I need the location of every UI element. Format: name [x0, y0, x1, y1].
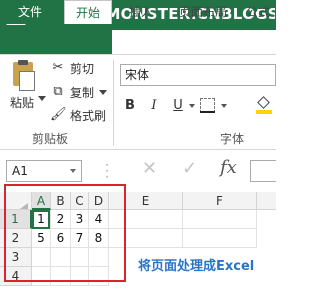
chevron-down-icon[interactable]	[70, 169, 76, 173]
chevron-down-icon[interactable]	[99, 89, 108, 95]
paste-label[interactable]: 粘贴	[10, 94, 34, 111]
font-group-label: 字体	[220, 132, 245, 146]
paste-button[interactable]	[10, 60, 36, 92]
excel-window: X PCHMONSTER.CNBLOGS.COM 文件 开始 插入 页面布局 公…	[0, 0, 276, 288]
formula-input[interactable]	[250, 160, 276, 182]
column-header[interactable]	[257, 192, 276, 210]
cell-f1[interactable]	[183, 210, 257, 229]
chevron-down-icon[interactable]	[189, 104, 195, 108]
paper-icon	[19, 71, 35, 91]
copy-icon: ⧉	[53, 84, 63, 99]
format-painter-button[interactable]: 🖌 格式刷	[50, 106, 106, 124]
annotation-caption: 将页面处理成Excel	[138, 259, 255, 274]
copy-button[interactable]: ⧉ 复制	[50, 83, 108, 101]
insert-function-icon[interactable]: fx	[220, 157, 237, 179]
borders-icon[interactable]	[200, 98, 215, 113]
drag-handle-icon[interactable]: · · ·	[104, 159, 110, 183]
tab-page-layout[interactable]: 页面布局	[170, 0, 236, 24]
italic-button[interactable]: I	[146, 97, 162, 115]
tab-formulas[interactable]: 公式	[246, 0, 276, 24]
annotation-highlight-box	[4, 184, 126, 282]
enter-icon[interactable]: ✓	[182, 158, 197, 180]
paintbrush-icon: 🖌	[50, 107, 67, 122]
paint-bucket-icon	[257, 96, 270, 109]
tab-strip-background	[112, 30, 276, 54]
clipboard-group-label: 剪贴板	[32, 132, 69, 146]
ribbon-group-divider	[113, 60, 114, 146]
cut-label: 剪切	[70, 61, 95, 76]
tab-insert[interactable]: 插入	[118, 0, 164, 24]
fill-color-swatch	[256, 110, 272, 114]
chevron-down-icon[interactable]	[38, 96, 46, 101]
scissors-icon: ✂	[52, 60, 64, 75]
font-name-select[interactable]: 宋体	[120, 64, 276, 86]
clipboard-clip-icon	[18, 60, 28, 65]
cancel-icon[interactable]: ✕	[142, 158, 157, 180]
cell-f2[interactable]	[183, 229, 257, 248]
underline-button[interactable]: U	[170, 97, 186, 115]
tab-file[interactable]: 文件	[0, 0, 60, 24]
column-header[interactable]: F	[183, 192, 257, 210]
fill-color-icon[interactable]	[256, 96, 272, 114]
format-painter-label: 格式刷	[70, 108, 107, 123]
chevron-down-icon[interactable]	[221, 104, 227, 108]
cut-button[interactable]: ✂ 剪切	[50, 59, 94, 77]
bold-button[interactable]: B	[122, 97, 138, 115]
tab-home[interactable]: 开始	[64, 0, 112, 24]
copy-label: 复制	[70, 85, 95, 100]
